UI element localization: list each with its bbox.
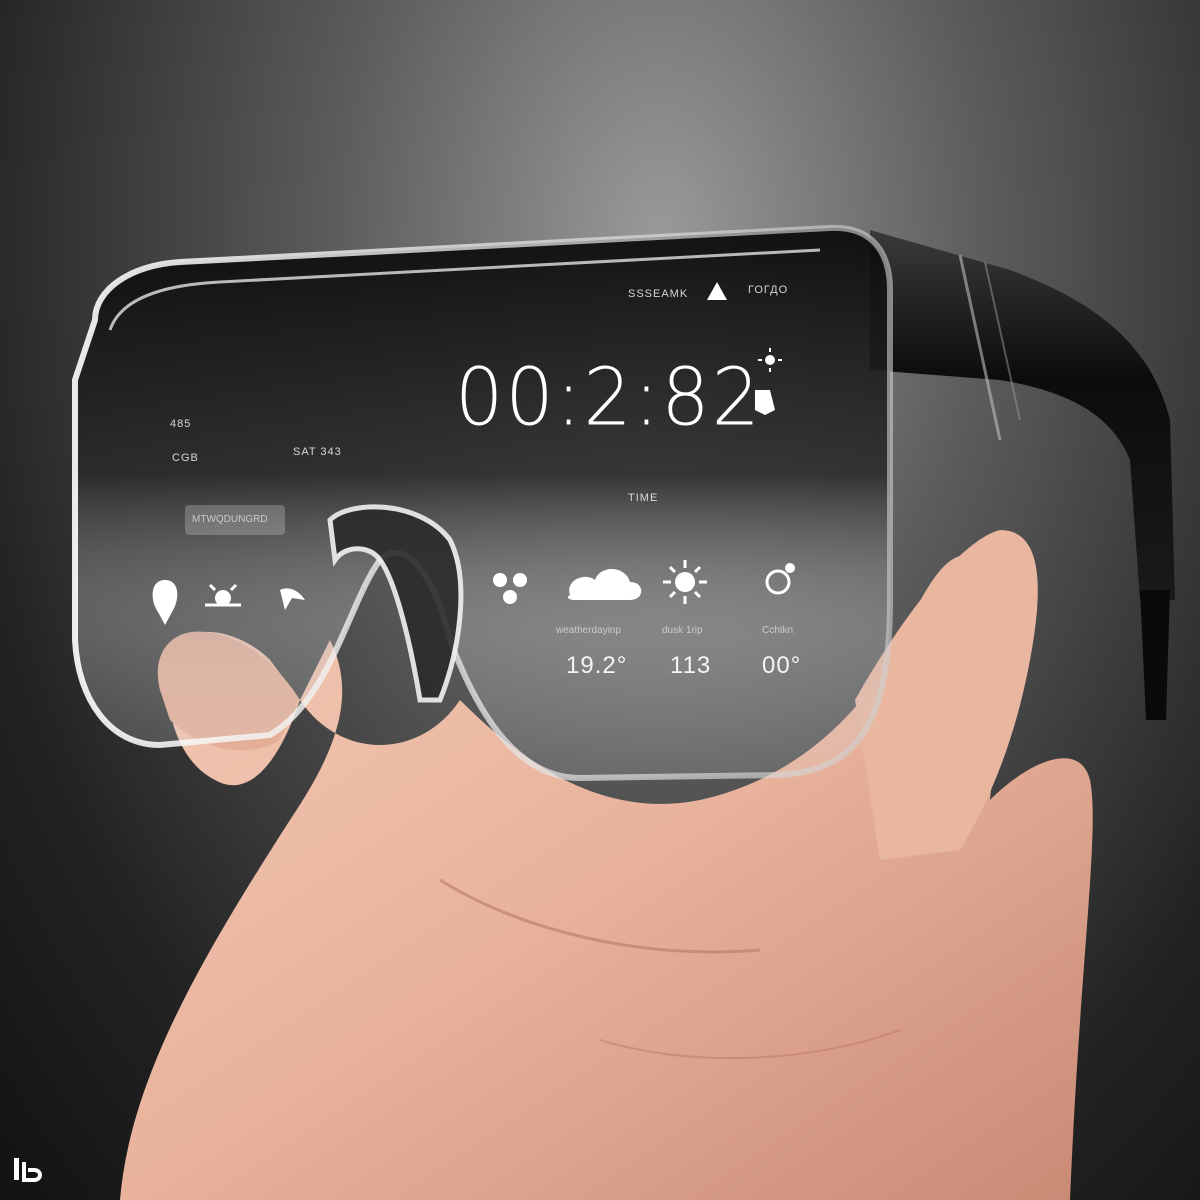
caption-dusk: dusk 1rip xyxy=(662,625,703,636)
status-left: SSSEAMK xyxy=(628,288,689,300)
left-top-value: 485 xyxy=(170,418,192,430)
ar-glasses-photo xyxy=(72,224,1175,1200)
caption-third: Cchtkn xyxy=(762,625,794,636)
value-temperature: 19.2° xyxy=(566,652,628,679)
clock: 00:2:82 xyxy=(455,349,762,444)
value-dusk: 113 xyxy=(670,652,712,679)
watermark-logo xyxy=(14,1158,42,1182)
caption-weather: weatherdayinp xyxy=(556,625,622,636)
value-third: 00° xyxy=(762,652,802,679)
left-mid2-value: SAT 343 xyxy=(293,446,342,458)
status-right: ГОГДО xyxy=(748,284,789,296)
tab-label[interactable]: MTWQDUNGRD xyxy=(192,514,268,525)
glasses-frame xyxy=(72,224,893,782)
left-mid-value: CGB xyxy=(172,452,199,464)
section-label: TIME xyxy=(628,492,659,504)
